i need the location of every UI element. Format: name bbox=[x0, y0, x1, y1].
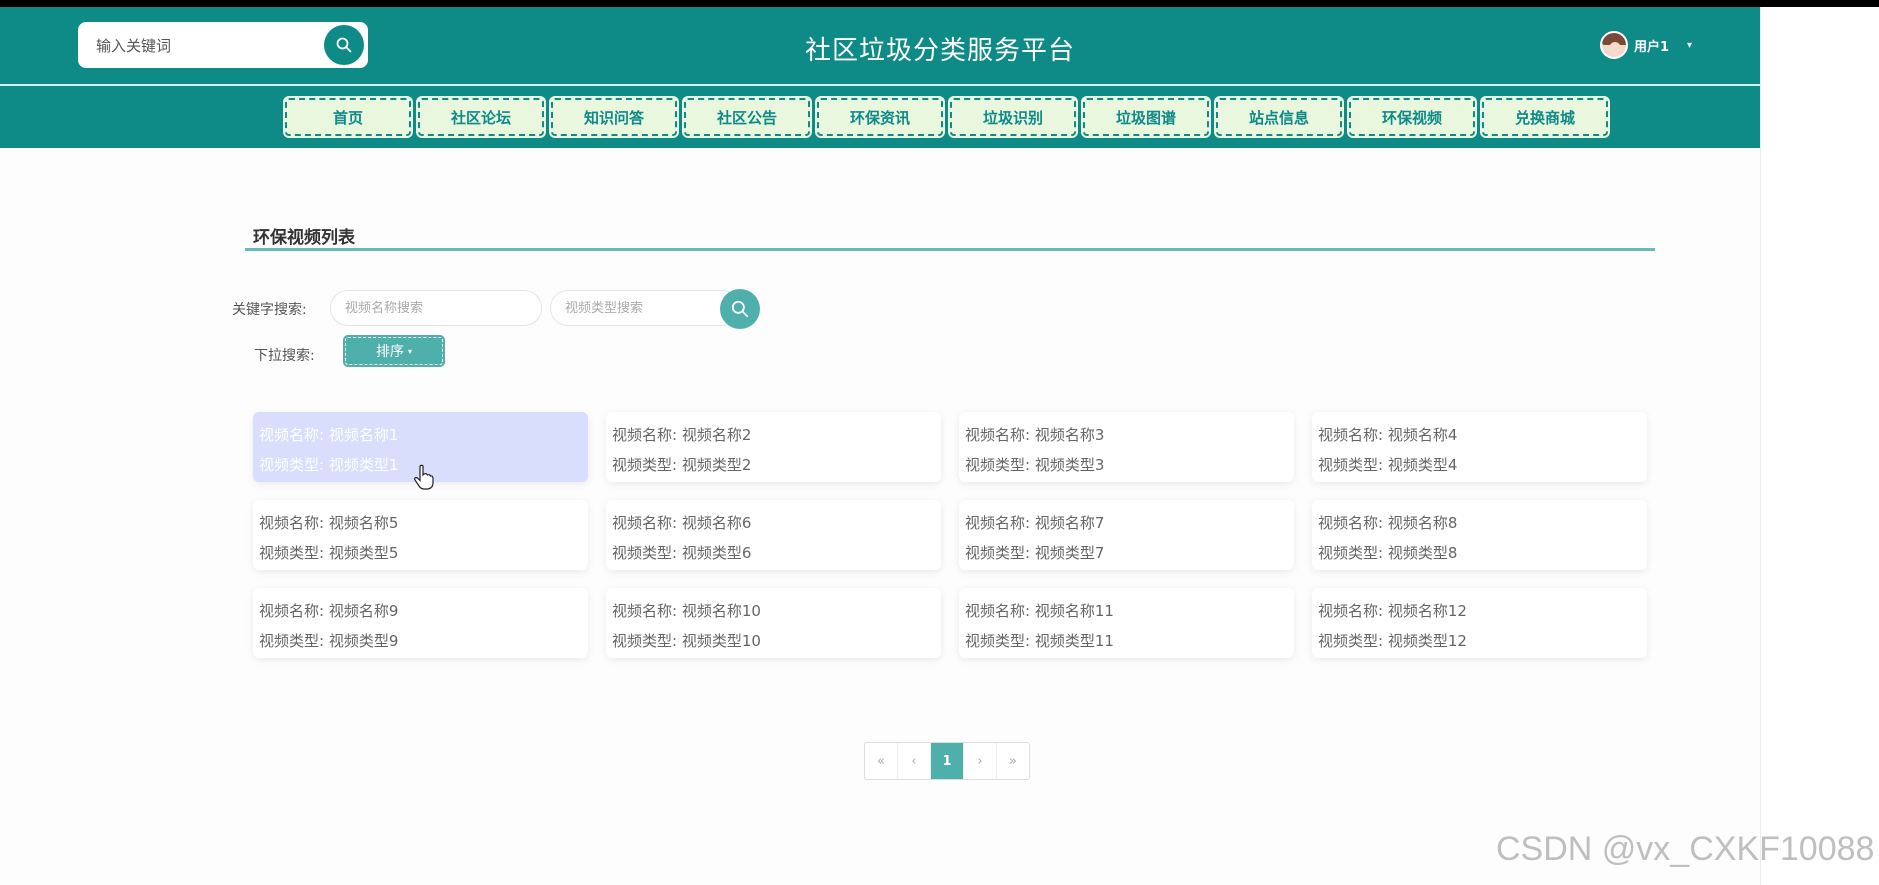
avatar bbox=[1600, 31, 1628, 59]
current-page[interactable]: 1 bbox=[931, 743, 964, 779]
video-name: 视频名称: 视频名称4 bbox=[1318, 426, 1458, 444]
hand-cursor-icon bbox=[414, 464, 434, 490]
pagination: « ‹ 1 › » bbox=[864, 742, 1030, 780]
nav-item-shop[interactable]: 兑换商城 bbox=[1482, 98, 1608, 136]
video-type: 视频类型: 视频类型4 bbox=[1318, 456, 1458, 474]
video-name: 视频名称: 视频名称10 bbox=[612, 602, 761, 620]
video-name: 视频名称: 视频名称6 bbox=[612, 514, 752, 532]
video-type: 视频类型: 视频类型11 bbox=[965, 632, 1114, 650]
video-name: 视频名称: 视频名称1 bbox=[259, 426, 399, 444]
user-menu[interactable]: 用户1 ▾ bbox=[1600, 31, 1692, 59]
nav-item-notice[interactable]: 社区公告 bbox=[684, 98, 810, 136]
nav-item-stations[interactable]: 站点信息 bbox=[1216, 98, 1342, 136]
video-card[interactable]: 视频名称: 视频名称8 视频类型: 视频类型8 bbox=[1312, 500, 1647, 570]
nav-item-recognition[interactable]: 垃圾识别 bbox=[950, 98, 1076, 136]
header-search-input[interactable] bbox=[94, 32, 298, 60]
video-type: 视频类型: 视频类型6 bbox=[612, 544, 752, 562]
video-card[interactable]: 视频名称: 视频名称12 视频类型: 视频类型12 bbox=[1312, 588, 1647, 658]
video-name: 视频名称: 视频名称3 bbox=[965, 426, 1105, 444]
keyword-search-button[interactable] bbox=[720, 289, 760, 329]
right-margin bbox=[1760, 7, 1879, 885]
video-type: 视频类型: 视频类型10 bbox=[612, 632, 761, 650]
dropdown-search-label: 下拉搜索: bbox=[254, 348, 315, 364]
video-name: 视频名称: 视频名称8 bbox=[1318, 514, 1458, 532]
user-name: 用户1 bbox=[1634, 39, 1670, 55]
video-name-search-input[interactable] bbox=[330, 290, 542, 326]
video-name: 视频名称: 视频名称5 bbox=[259, 514, 399, 532]
video-type: 视频类型: 视频类型12 bbox=[1318, 632, 1467, 650]
nav-item-forum[interactable]: 社区论坛 bbox=[418, 98, 544, 136]
chevron-down-icon: ▾ bbox=[1687, 39, 1693, 51]
video-type-search-input[interactable] bbox=[550, 290, 740, 326]
search-icon bbox=[336, 37, 352, 53]
sort-label: 排序 bbox=[375, 344, 404, 360]
nav-item-qa[interactable]: 知识问答 bbox=[551, 98, 677, 136]
nav-item-videos[interactable]: 环保视频 bbox=[1349, 98, 1475, 136]
video-type: 视频类型: 视频类型8 bbox=[1318, 544, 1458, 562]
video-card[interactable]: 视频名称: 视频名称11 视频类型: 视频类型11 bbox=[959, 588, 1294, 658]
video-card[interactable]: 视频名称: 视频名称6 视频类型: 视频类型6 bbox=[606, 500, 941, 570]
video-type: 视频类型: 视频类型7 bbox=[965, 544, 1105, 562]
video-type: 视频类型: 视频类型2 bbox=[612, 456, 752, 474]
video-type: 视频类型: 视频类型5 bbox=[259, 544, 399, 562]
video-name: 视频名称: 视频名称2 bbox=[612, 426, 752, 444]
video-type: 视频类型: 视频类型3 bbox=[965, 456, 1105, 474]
header-search-box bbox=[78, 22, 368, 68]
top-black-strip bbox=[0, 0, 1879, 7]
nav-item-atlas[interactable]: 垃圾图谱 bbox=[1083, 98, 1209, 136]
header-search-button[interactable] bbox=[324, 25, 364, 65]
next-page-button[interactable]: › bbox=[964, 743, 997, 779]
nav-item-home[interactable]: 首页 bbox=[285, 98, 411, 136]
video-card[interactable]: 视频名称: 视频名称9 视频类型: 视频类型9 bbox=[253, 588, 588, 658]
video-card[interactable]: 视频名称: 视频名称4 视频类型: 视频类型4 bbox=[1312, 412, 1647, 482]
video-card[interactable]: 视频名称: 视频名称5 视频类型: 视频类型5 bbox=[253, 500, 588, 570]
video-name: 视频名称: 视频名称7 bbox=[965, 514, 1105, 532]
video-name: 视频名称: 视频名称9 bbox=[259, 602, 399, 620]
first-page-button[interactable]: « bbox=[865, 743, 898, 779]
caret-down-icon: ▾ bbox=[407, 346, 412, 356]
video-card[interactable]: 视频名称: 视频名称10 视频类型: 视频类型10 bbox=[606, 588, 941, 658]
section-underline bbox=[245, 248, 1655, 251]
watermark: CSDN @vx_CXKF10088 bbox=[1496, 830, 1875, 868]
video-name: 视频名称: 视频名称11 bbox=[965, 602, 1114, 620]
keyword-search-label: 关键字搜索: bbox=[232, 302, 307, 318]
video-name: 视频名称: 视频名称12 bbox=[1318, 602, 1467, 620]
video-type: 视频类型: 视频类型9 bbox=[259, 632, 399, 650]
search-icon bbox=[731, 300, 749, 318]
prev-page-button[interactable]: ‹ bbox=[898, 743, 931, 779]
video-card[interactable]: 视频名称: 视频名称2 视频类型: 视频类型2 bbox=[606, 412, 941, 482]
video-card[interactable]: 视频名称: 视频名称3 视频类型: 视频类型3 bbox=[959, 412, 1294, 482]
video-card[interactable]: 视频名称: 视频名称7 视频类型: 视频类型7 bbox=[959, 500, 1294, 570]
nav-item-env-news[interactable]: 环保资讯 bbox=[817, 98, 943, 136]
last-page-button[interactable]: » bbox=[997, 743, 1029, 779]
sort-dropdown-button[interactable]: 排序 ▾ bbox=[343, 335, 445, 367]
section-title: 环保视频列表 bbox=[253, 228, 355, 248]
site-title: 社区垃圾分类服务平台 bbox=[804, 36, 1075, 66]
